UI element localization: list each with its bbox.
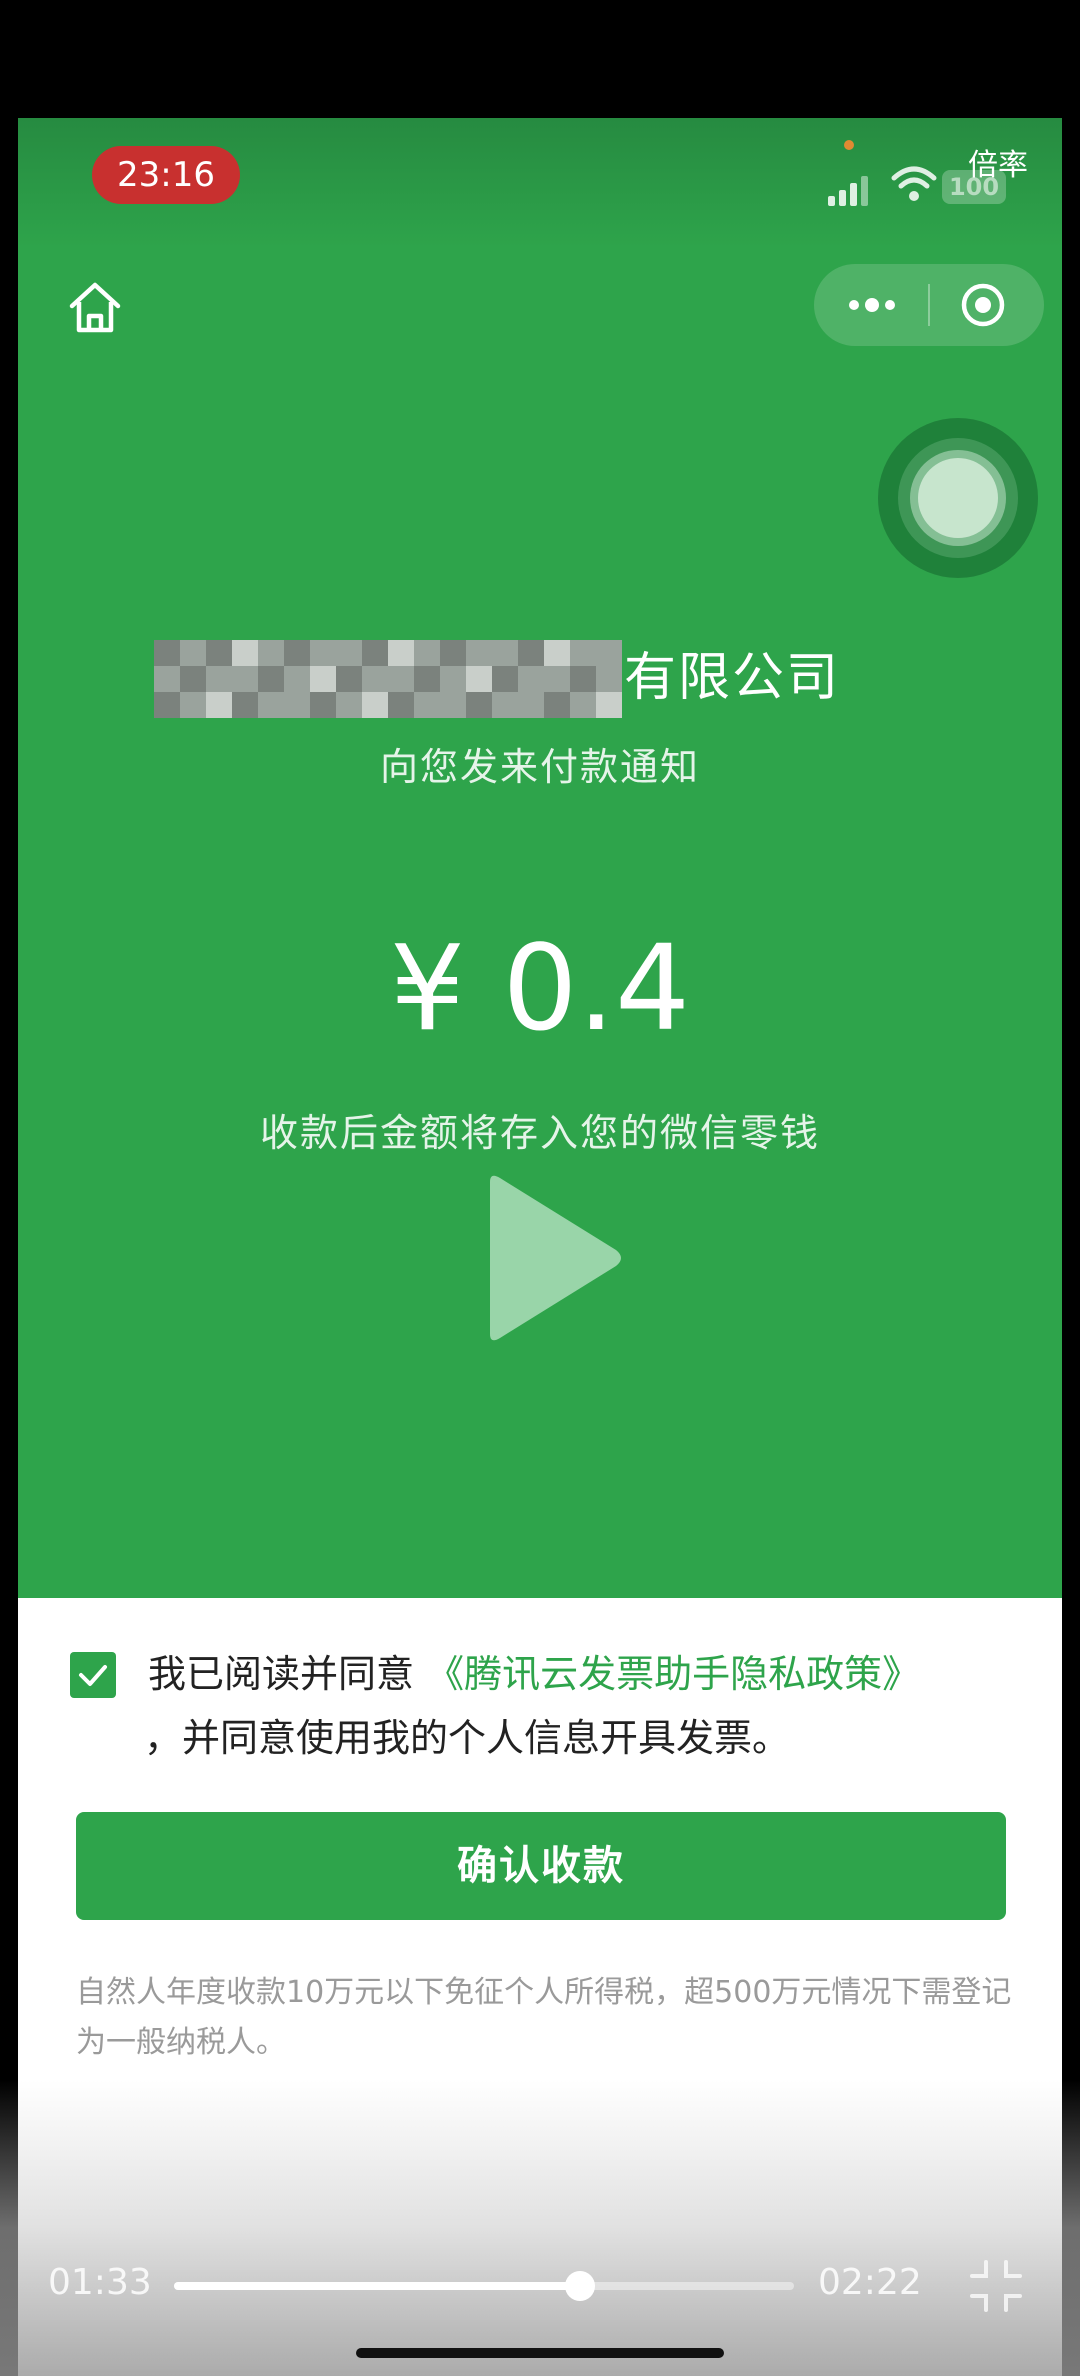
home-indicator[interactable] — [356, 2348, 724, 2358]
agreement-text-line2: ，并同意使用我的个人信息开具发票。 — [144, 1716, 791, 1760]
video-player: 23:16 100 有限公司 向您发来付款通知 ¥ 0.4 收款后金额将存入您的… — [0, 0, 1080, 2376]
current-time: 01:33 — [48, 2262, 152, 2303]
more-icon[interactable] — [844, 286, 900, 324]
wifi-icon — [891, 166, 937, 201]
signal-icon — [828, 176, 868, 206]
deposit-note: 收款后金额将存入您的微信零钱 — [259, 1111, 820, 1155]
close-target-icon[interactable] — [958, 280, 1008, 330]
agreement-checkbox[interactable] — [70, 1652, 116, 1698]
notice-subtitle: 向您发来付款通知 — [379, 745, 700, 789]
status-time: 23:16 — [92, 146, 240, 204]
progress-fill — [174, 2282, 581, 2290]
company-name-suffix: 有限公司 — [624, 648, 841, 708]
company-name-mosaic — [154, 640, 622, 718]
payment-amount: ¥ 0.4 — [389, 919, 691, 1057]
agreement-prefix: 我已阅读并同意 — [148, 1652, 427, 1696]
total-time: 02:22 — [818, 2262, 922, 2303]
fullscreen-exit-icon[interactable] — [968, 2258, 1024, 2314]
progress-bar[interactable] — [174, 2271, 794, 2301]
privacy-policy-link[interactable]: 《腾讯云发票助手隐私政策》 — [426, 1652, 920, 1696]
miniprogram-capsule — [814, 264, 1044, 346]
floating-assist-ball-icon[interactable] — [876, 416, 1040, 580]
phone-screen: 23:16 100 有限公司 向您发来付款通知 ¥ 0.4 收款后金额将存入您的… — [18, 118, 1062, 2376]
progress-thumb[interactable] — [565, 2271, 596, 2301]
tax-note: 自然人年度收款10万元以下免征个人所得税，超500万元情况下需登记为一般纳税人。 — [76, 1975, 1012, 2060]
home-icon[interactable] — [64, 278, 126, 338]
privacy-indicator-dot — [844, 140, 854, 150]
capsule-divider — [928, 284, 930, 326]
confirm-receipt-button[interactable]: 确认收款 — [76, 1812, 1006, 1920]
playback-speed-button[interactable]: 倍率 — [968, 140, 1028, 184]
player-controls-backdrop — [0, 2080, 1080, 2376]
play-icon[interactable] — [470, 1168, 630, 1348]
agreement-text: 我已阅读并同意 《腾讯云发票助手隐私政策》 — [148, 1642, 920, 1706]
payment-notice-panel: 23:16 100 有限公司 向您发来付款通知 ¥ 0.4 收款后金额将存入您的… — [18, 118, 1062, 1598]
